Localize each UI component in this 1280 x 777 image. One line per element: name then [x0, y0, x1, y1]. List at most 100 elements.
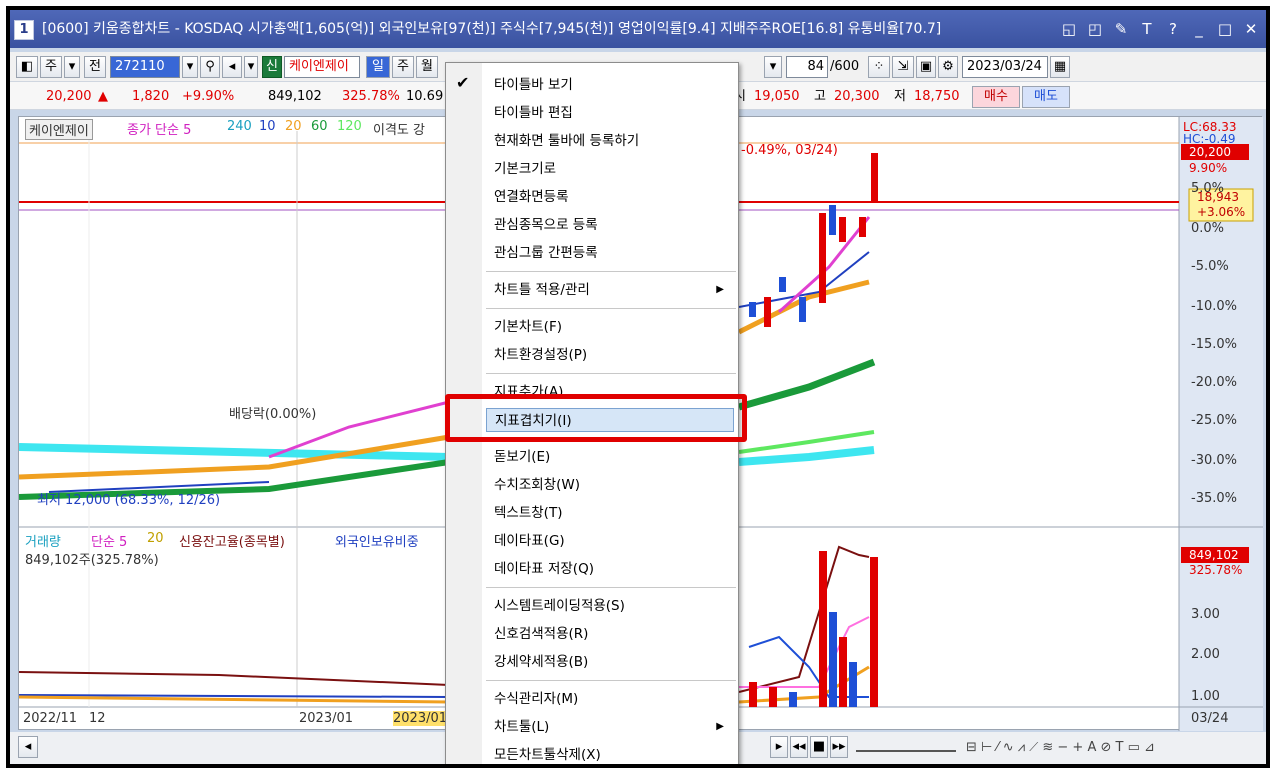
highlight-box — [445, 394, 747, 442]
scroll-left-icon[interactable]: ◂ — [18, 736, 38, 758]
minimize-icon[interactable]: _ — [1190, 10, 1208, 48]
zoom-slider[interactable] — [856, 738, 956, 752]
range-dropdown-icon[interactable]: ▾ — [764, 56, 782, 78]
stock-name-field[interactable]: 케이엔제이 — [284, 56, 360, 78]
menu-item-system-trading[interactable]: 시스템트레이딩적용(S) — [486, 594, 734, 618]
grid-icon[interactable]: ⁘ — [868, 56, 890, 78]
buy-button[interactable]: 매수 — [972, 86, 1020, 108]
menu-item-label: 차트툴(L) — [494, 719, 550, 735]
menu-item-value-window[interactable]: 수치조회창(W) — [486, 473, 734, 497]
restore-icon[interactable]: ◱ — [1060, 10, 1078, 48]
tab-daily[interactable]: 일 — [366, 56, 390, 78]
layout-icon[interactable]: ◧ — [16, 56, 38, 78]
submenu-arrow-icon: ▶ — [716, 721, 724, 732]
menu-item-chart-settings[interactable]: 차트환경설정(P) — [486, 343, 734, 367]
change-arrow: ▲ — [98, 89, 108, 104]
font-icon[interactable]: T — [1138, 10, 1156, 48]
new-badge: 신 — [262, 56, 282, 78]
menu-separator — [486, 308, 736, 309]
menu-item-chart-frame[interactable]: 차트틀 적용/관리 ▶ — [486, 278, 734, 302]
legend-credit[interactable]: 신용잔고율(종목별) — [179, 531, 285, 550]
x-tick-selected: 2023/01 — [393, 711, 448, 726]
stop-icon[interactable]: ■ — [810, 736, 828, 758]
code-input[interactable]: 272110 — [110, 56, 180, 78]
speaker-dropdown-icon[interactable]: ▾ — [244, 56, 258, 78]
legend-foreign[interactable]: 외국인보유비중 — [335, 531, 419, 550]
rewind-icon[interactable]: ◂◂ — [790, 736, 808, 758]
volume-ratio: 325.78% — [342, 89, 400, 104]
high-label: 고 — [814, 89, 826, 104]
play-icon[interactable]: ▸ — [770, 736, 788, 758]
menu-item-default-size[interactable]: 기본크기로 — [486, 157, 734, 181]
date-input[interactable]: 2023/03/24 — [962, 56, 1048, 78]
volume-value: 849,102 — [268, 89, 322, 104]
high-price: 20,300 — [834, 89, 880, 104]
chevron-down-icon[interactable]: ▾ — [64, 56, 80, 78]
gear-icon[interactable]: ⚙ — [938, 56, 958, 78]
maximize-icon[interactable]: □ — [1216, 10, 1234, 48]
y-tick: 5.0% — [1191, 181, 1225, 196]
menu-item-show-titlebar[interactable]: 타이틀바 보기 — [486, 73, 734, 97]
sell-button[interactable]: 매도 — [1022, 86, 1070, 108]
code-dropdown-icon[interactable]: ▾ — [182, 56, 198, 78]
chart-window: 1 [0600] 키움종합차트 - KOSDAQ 시가총액[1,605(억)] … — [6, 6, 1270, 768]
menu-item-formula-manager[interactable]: 수식관리자(M) — [486, 687, 734, 711]
open-price: 19,050 — [754, 89, 800, 104]
low-annotation: 최저 12,000 (68.33%, 12/26) — [37, 493, 221, 508]
menu-item-watchgroup[interactable]: 관심그룹 간편등록 — [486, 241, 734, 265]
y-tick: 0.0% — [1191, 221, 1225, 236]
count-input[interactable]: 84 — [786, 56, 828, 78]
price-change: 1,820 — [132, 89, 170, 104]
title-controls: ◱ ◰ ✎ T ? _ □ ✕ — [1060, 10, 1260, 48]
menu-item-watchlist[interactable]: 관심종목으로 등록 — [486, 213, 734, 237]
speaker-icon[interactable]: ◂ — [222, 56, 242, 78]
calendar-icon[interactable]: ▦ — [1050, 56, 1070, 78]
y-vol-tick: 1.00 — [1191, 689, 1220, 704]
forward-icon[interactable]: ▸▸ — [830, 736, 848, 758]
price-tag: 20,200 — [1189, 145, 1231, 159]
submenu-arrow-icon: ▶ — [716, 284, 724, 295]
close-icon[interactable]: ✕ — [1242, 10, 1260, 48]
menu-item-register-toolbar[interactable]: 현재화면 툴바에 등록하기 — [486, 129, 734, 153]
menu-item-delete-tools[interactable]: 모든차트툴삭제(X) — [486, 743, 734, 764]
legend-stock[interactable]: 케이엔제이 — [25, 119, 93, 140]
current-pct-tag: +3.06% — [1197, 205, 1246, 219]
menu-separator — [486, 680, 736, 681]
price-change-pct: +9.90% — [182, 89, 235, 104]
y-tick: -5.0% — [1191, 259, 1229, 274]
period-all-button[interactable]: 전 — [84, 56, 106, 78]
dividend-annotation: 배당락(0.00%) — [229, 407, 317, 422]
help-icon[interactable]: ? — [1164, 10, 1182, 48]
legend-ma[interactable]: 종가 단순 5 — [127, 119, 191, 138]
menu-item-chart-tool[interactable]: 차트툴(L) ▶ — [486, 715, 734, 739]
edit-icon[interactable]: ✎ — [1112, 10, 1130, 48]
menu-item-save-data-table[interactable]: 데이타표 저장(Q) — [486, 557, 734, 581]
x-tick: 12 — [89, 711, 106, 726]
vol-pct-tag: 325.78% — [1189, 563, 1243, 577]
legend-vol-ma-20: 20 — [147, 531, 164, 546]
legend-volume[interactable]: 거래량 — [25, 531, 61, 550]
vol-tag: 849,102 — [1189, 548, 1239, 562]
tab-weekly[interactable]: 주 — [392, 56, 414, 78]
drawing-tools-icon[interactable]: ⊟ ⊢ ⁄ ∿ ⩘ ⟋ ≋ − + A ⊘ T ▭ ⊿ — [966, 738, 1155, 758]
menu-item-link-screen[interactable]: 연결화면등록 — [486, 185, 734, 209]
menu-item-signal-search[interactable]: 신호검색적용(R) — [486, 622, 734, 646]
save-icon[interactable]: ▣ — [916, 56, 936, 78]
period-week-button[interactable]: 주 — [40, 56, 62, 78]
tile-icon[interactable]: ◰ — [1086, 10, 1104, 48]
legend-ma-10: 10 — [259, 119, 276, 134]
menu-item-strength[interactable]: 강세약세적용(B) — [486, 650, 734, 674]
menu-item-magnifier[interactable]: 돋보기(E) — [486, 445, 734, 469]
legend-disparity[interactable]: 이격도 강 — [373, 119, 425, 138]
menu-item-text-window[interactable]: 텍스트창(T) — [486, 501, 734, 525]
title-bar[interactable]: 1 [0600] 키움종합차트 - KOSDAQ 시가총액[1,605(억)] … — [10, 10, 1266, 48]
compare-icon[interactable]: ⇲ — [892, 56, 914, 78]
search-icon[interactable]: ⚲ — [200, 56, 220, 78]
legend-vol-ma: 단순 5 — [91, 535, 128, 550]
menu-item-data-table[interactable]: 데이타표(G) — [486, 529, 734, 553]
pct-tag: 9.90% — [1189, 161, 1228, 175]
menu-item-basic-chart[interactable]: 기본차트(F) — [486, 315, 734, 339]
menu-item-edit-titlebar[interactable]: 타이틀바 편집 — [486, 101, 734, 125]
volume-label: 849,102주(325.78%) — [25, 553, 159, 568]
tab-monthly[interactable]: 월 — [416, 56, 438, 78]
